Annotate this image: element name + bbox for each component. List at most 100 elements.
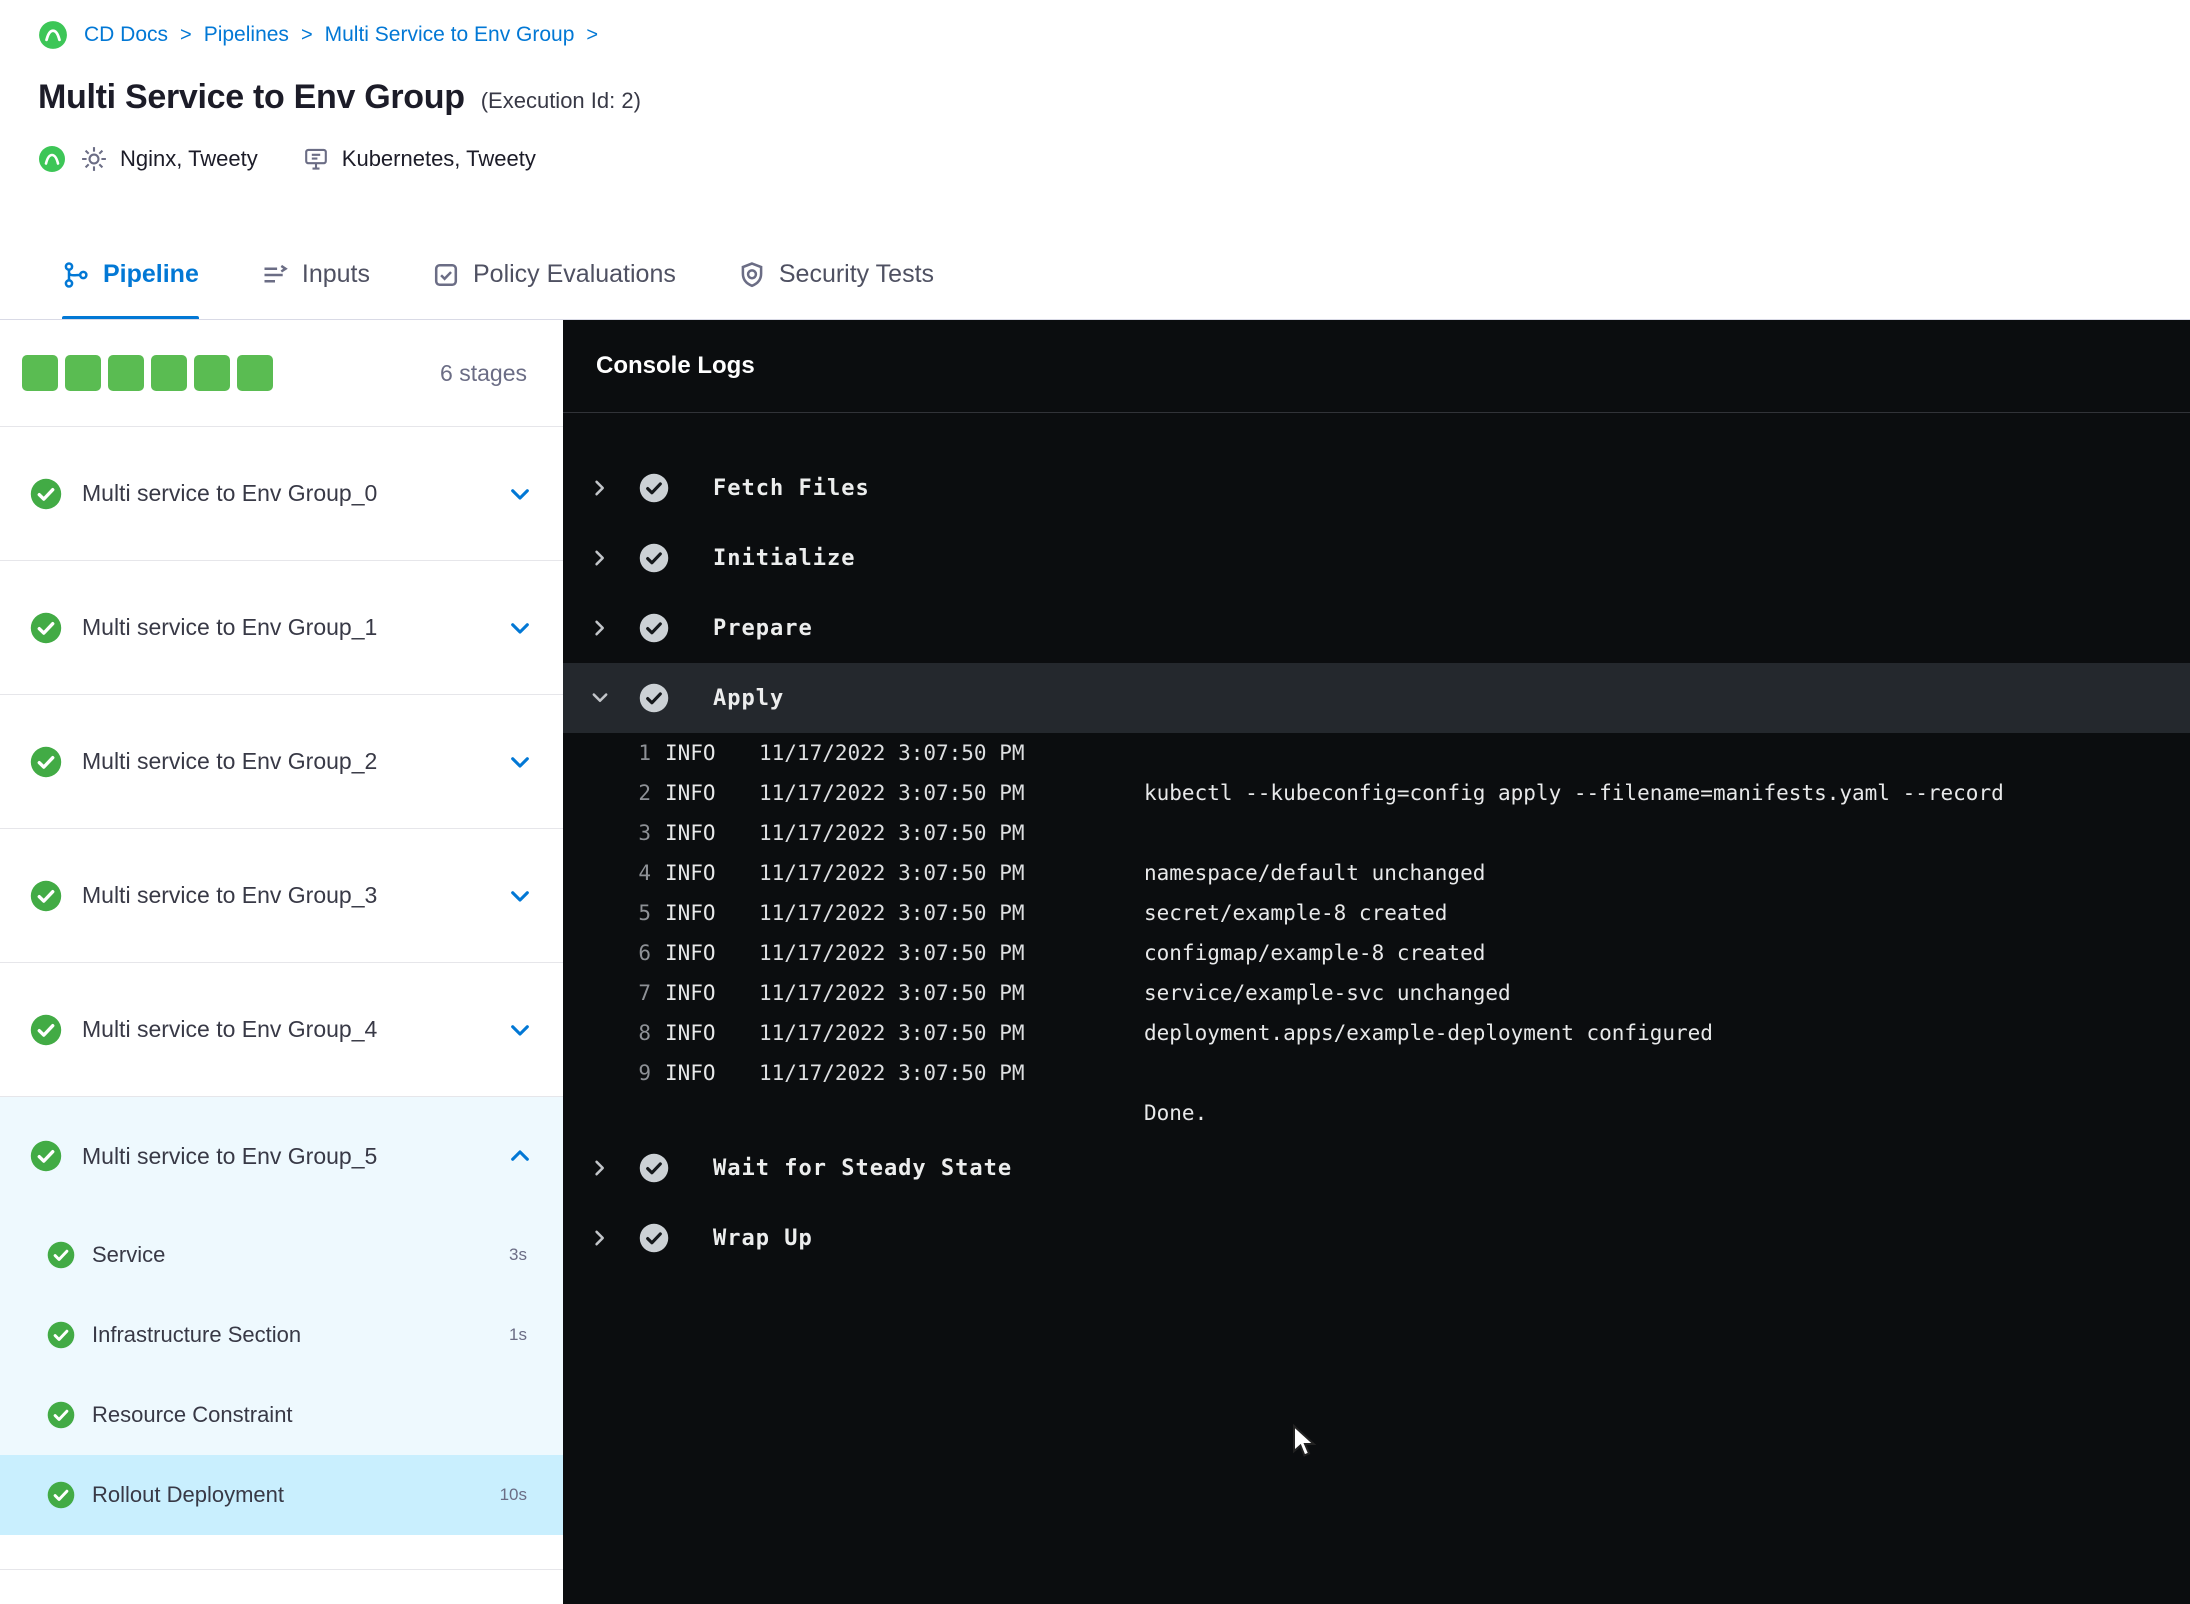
log-timestamp: 11/17/2022 3:07:50 PM [759,981,1025,1005]
log-line: 8 INFO 11/17/2022 3:07:50 PM deployment.… [563,1013,2190,1053]
stage-row[interactable]: Multi service to Env Group_5 [0,1097,563,1215]
page-title: Multi Service to Env Group [38,78,465,116]
step-row[interactable]: Resource Constraint [0,1375,563,1455]
chevron-down-icon[interactable] [507,1017,533,1043]
step-label: Service [92,1242,166,1267]
stage-row[interactable]: Multi service to Env Group_3 [0,829,563,963]
log-level: INFO [665,861,716,885]
success-check-icon [47,1481,75,1509]
log-level: INFO [665,781,716,805]
breadcrumb-link[interactable]: Multi Service to Env Group [325,23,575,47]
console-section: Initialize [563,523,2190,593]
success-check-icon [30,612,62,644]
stage-row[interactable]: Multi service to Env Group_4 [0,963,563,1097]
tab-security-tests[interactable]: Security Tests [738,230,934,319]
console-section-label: Prepare [713,615,813,641]
log-level: INFO [665,941,716,965]
stage-steps: Service 3s Infrastructure Section 1s Res… [0,1215,563,1535]
console-section-row[interactable]: Wrap Up [563,1203,2190,1273]
pipeline-icon [62,261,90,289]
breadcrumb: CD Docs > Pipelines > Multi Service to Env G… [38,20,2190,50]
console-section: Wrap Up [563,1203,2190,1273]
log-line: 5 INFO 11/17/2022 3:07:50 PM secret/exam… [563,893,2190,933]
step-label: Rollout Deployment [92,1482,284,1507]
execution-success-icon [38,145,66,173]
log-line: 1 INFO 11/17/2022 3:07:50 PM [563,733,2190,773]
log-level: INFO [665,741,716,765]
execution-id-label: (Execution Id: 2) [480,88,641,113]
inputs-icon [261,261,289,289]
step-row[interactable]: Rollout Deployment 10s [0,1455,563,1535]
stage-item: Multi service to Env Group_4 [0,963,563,1097]
step-row[interactable]: Service 3s [0,1215,563,1295]
success-check-icon [30,746,62,778]
log-timestamp: 11/17/2022 3:07:50 PM [759,941,1025,965]
log-line: 4 INFO 11/17/2022 3:07:50 PM namespace/d… [563,853,2190,893]
log-message: configmap/example-8 created [1144,941,1486,965]
breadcrumb-link[interactable]: CD Docs [84,23,168,47]
tab-inputs[interactable]: Inputs [261,230,370,319]
console-section-row[interactable]: Fetch Files [563,453,2190,523]
tab-policy-evaluations[interactable]: Policy Evaluations [432,230,676,319]
stage-row[interactable]: Multi service to Env Group_1 [0,561,563,695]
console-section: Prepare [563,593,2190,663]
chevron-up-icon[interactable] [507,1143,533,1169]
console-section-row[interactable]: Wait for Steady State [563,1133,2190,1203]
success-check-icon [30,880,62,912]
tab-pipeline[interactable]: Pipeline [62,230,199,319]
chevron-right-icon[interactable] [585,473,615,503]
stage-item: Multi service to Env Group_0 [0,427,563,561]
tab-pipeline-label: Pipeline [103,260,199,288]
stage-summary-row: 6 stages [0,320,563,427]
chevron-right-icon[interactable] [585,613,615,643]
environment-icon [302,145,330,173]
chevron-down-icon[interactable] [585,683,615,713]
stage-item: Multi service to Env Group_5 Service 3s … [0,1097,563,1535]
chevron-right-icon[interactable] [585,1153,615,1183]
console-section-list: Fetch Files Initialize Prepare Apply 1 I… [563,413,2190,1273]
log-timestamp: 11/17/2022 3:07:50 PM [759,901,1025,925]
step-duration: 10s [499,1485,527,1504]
stage-label: Multi service to Env Group_2 [82,748,378,774]
log-level: INFO [665,821,716,845]
success-check-icon [30,1014,62,1046]
console-section-row[interactable]: Initialize [563,523,2190,593]
console-section-label: Apply [713,685,785,711]
stage-row[interactable]: Multi service to Env Group_0 [0,427,563,561]
log-line: 2 INFO 11/17/2022 3:07:50 PM kubectl --k… [563,773,2190,813]
log-message: service/example-svc unchanged [1144,981,1511,1005]
breadcrumb-separator: > [300,23,313,46]
stage-item: Multi service to Env Group_3 [0,829,563,963]
stage-label: Multi service to Env Group_3 [82,882,378,908]
stage-item: Multi service to Env Group_1 [0,561,563,695]
breadcrumb-link[interactable]: Pipelines [204,23,289,47]
log-level: INFO [665,1061,716,1085]
progress-square [237,355,273,391]
step-row[interactable]: Infrastructure Section 1s [0,1295,563,1375]
console-section-row[interactable]: Prepare [563,593,2190,663]
breadcrumb-separator: > [586,23,599,46]
log-line-number: 6 [638,941,651,965]
log-message: namespace/default unchanged [1144,861,1486,885]
log-message: kubectl --kubeconfig=config apply --file… [1144,781,2004,805]
progress-square [108,355,144,391]
stage-row[interactable]: Multi service to Env Group_2 [0,695,563,829]
console-section-row[interactable]: Apply [563,663,2190,733]
chevron-right-icon[interactable] [585,1223,615,1253]
step-success-icon [639,543,669,573]
log-line-number: 7 [638,981,651,1005]
chevron-down-icon[interactable] [507,481,533,507]
chevron-down-icon[interactable] [507,615,533,641]
console-section-label: Initialize [713,545,856,571]
chevron-right-icon[interactable] [585,543,615,573]
console-section: Fetch Files [563,453,2190,523]
console-section: Wait for Steady State [563,1133,2190,1203]
execution-meta-row: Nginx, Tweety Kubernetes, Tweety [38,145,2190,173]
page-header: CD Docs > Pipelines > Multi Service to Env G… [0,0,2190,230]
chevron-down-icon[interactable] [507,749,533,775]
log-timestamp: 11/17/2022 3:07:50 PM [759,861,1025,885]
log-timestamp: 11/17/2022 3:07:50 PM [759,821,1025,845]
stage-list: Multi service to Env Group_0 Multi servi… [0,427,563,1535]
chevron-down-icon[interactable] [507,883,533,909]
step-label: Infrastructure Section [92,1322,302,1347]
